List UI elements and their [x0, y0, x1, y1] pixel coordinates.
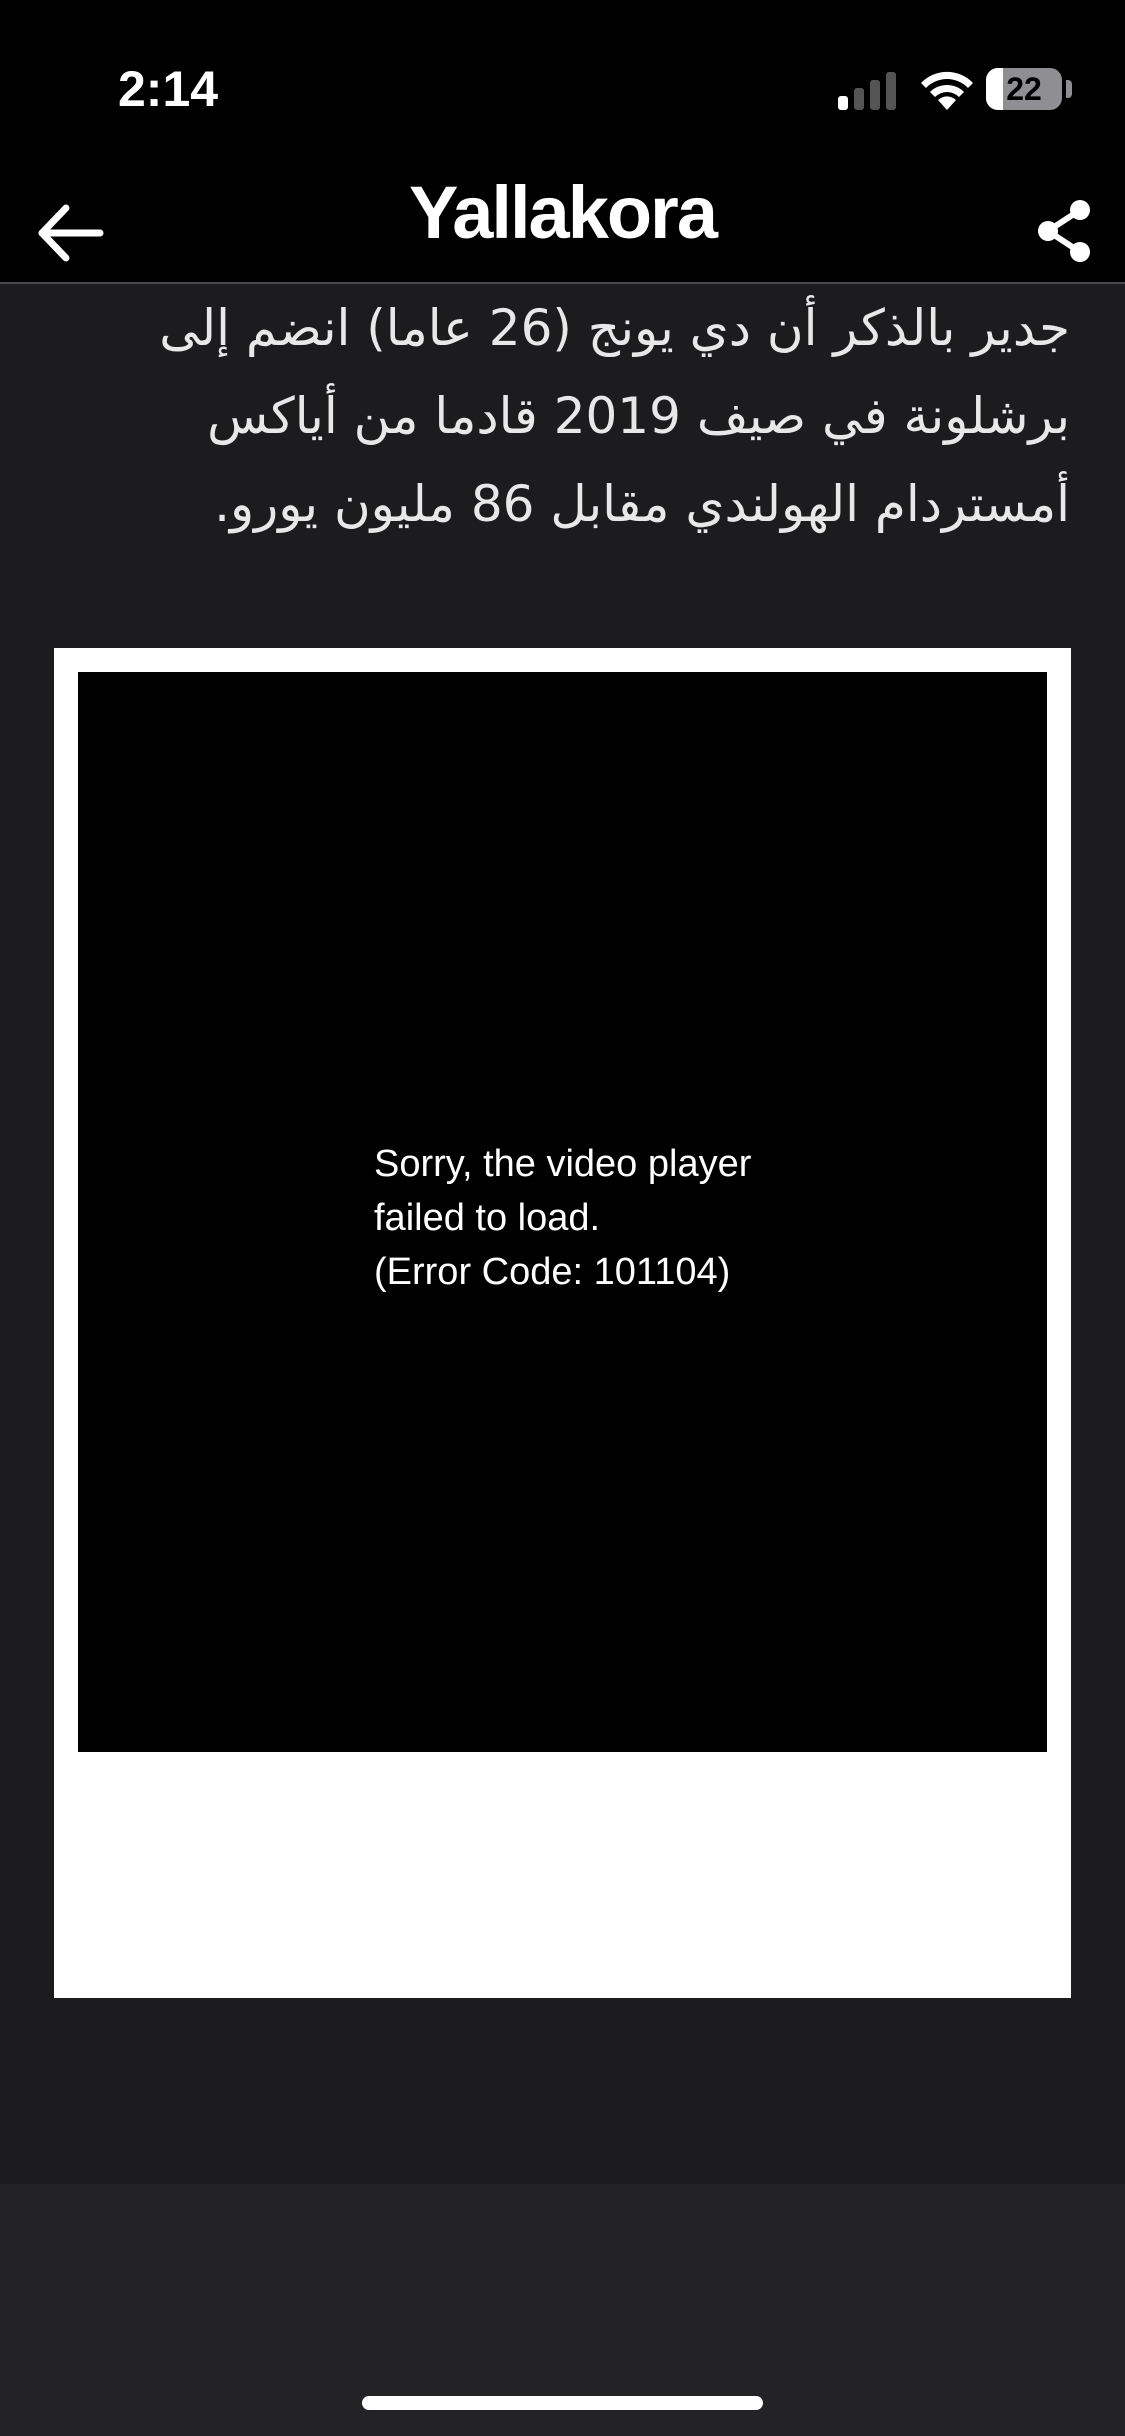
status-bar: 2:14 22: [0, 0, 1125, 170]
article-body: جدير بالذكر أن دي يونج (26 عاما) انضم إل…: [0, 284, 1125, 2184]
paragraph-line: جدير بالذكر أن دي يونج (26 عاما) انضم إل…: [159, 299, 1070, 357]
error-line: Sorry, the video player: [374, 1143, 752, 1185]
video-embed-frame: Sorry, the video player failed to load. …: [54, 648, 1071, 1998]
top-nav-bar: Yallakora: [0, 170, 1125, 284]
share-icon[interactable]: [1034, 198, 1094, 264]
article-paragraph: جدير بالذكر أن دي يونج (26 عاما) انضم إل…: [130, 284, 1070, 548]
video-player[interactable]: Sorry, the video player failed to load. …: [78, 672, 1047, 1752]
error-line: (Error Code: 101104): [374, 1251, 731, 1293]
cellular-signal-icon: [838, 72, 896, 110]
error-line: failed to load.: [374, 1197, 601, 1239]
paragraph-line: برشلونة في صيف 2019 قادما من أياكس: [207, 387, 1070, 445]
paragraph-line: أمستردام الهولندي مقابل 86 مليون يورو.: [214, 475, 1070, 533]
video-error-message: Sorry, the video player failed to load. …: [374, 1137, 834, 1299]
home-indicator[interactable]: [362, 2396, 763, 2410]
wifi-icon: [921, 71, 973, 110]
battery-level: 22: [1006, 71, 1042, 107]
battery-icon: 22: [986, 68, 1062, 110]
brand-logo[interactable]: Yallakora: [0, 174, 1125, 252]
battery-cap: [1066, 80, 1072, 98]
status-time: 2:14: [118, 61, 219, 117]
